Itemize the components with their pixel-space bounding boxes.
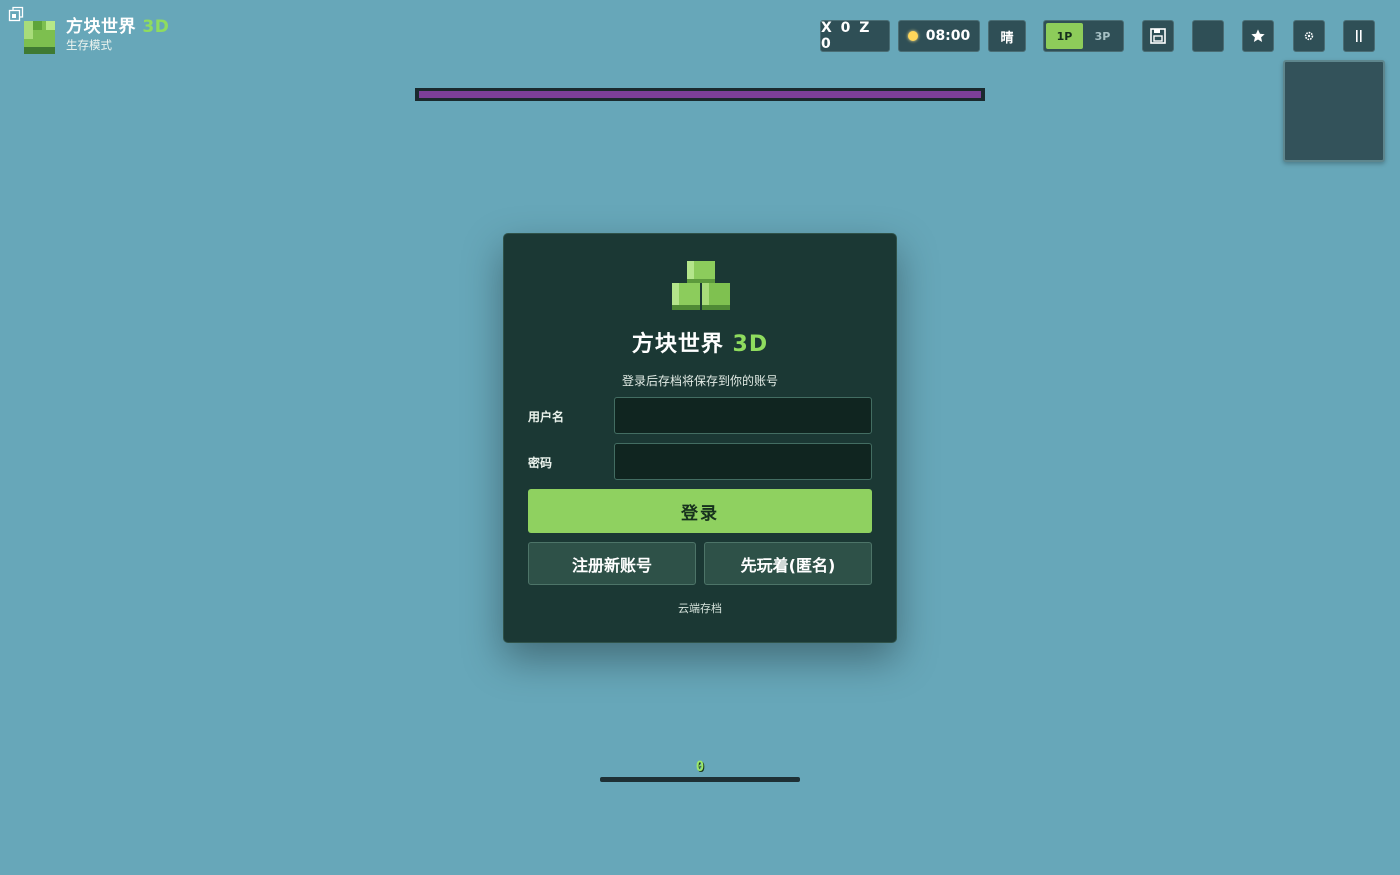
gear-icon: [1304, 31, 1314, 41]
progress-bar-fill: [419, 91, 981, 98]
blocks-logo-icon: [672, 261, 730, 310]
login-title-accent: 3D: [732, 332, 769, 357]
inventory-button[interactable]: [1192, 20, 1224, 52]
brand-title: 方块世界 3D: [66, 19, 169, 36]
register-button[interactable]: 注册新账号: [528, 542, 696, 585]
weather-button[interactable]: 晴: [988, 20, 1026, 52]
minimap[interactable]: [1283, 60, 1385, 162]
settings-button[interactable]: [1293, 20, 1325, 52]
time-value: 08:00: [925, 28, 971, 44]
login-title-main: 方块世界: [631, 332, 724, 357]
login-title: 方块世界 3D: [504, 326, 896, 358]
pause-button[interactable]: [1343, 20, 1375, 52]
game-mode-label: 生存模式: [66, 38, 112, 52]
game-screen: 方块世界 3D 生存模式 X 0 Z 0 08:00 晴 1P 3P 方块世界 …: [0, 0, 1400, 875]
window-restore-icon[interactable]: [8, 6, 24, 22]
progress-bar: [415, 88, 985, 101]
save-icon: [1150, 28, 1166, 44]
login-dialog: 方块世界 3D 登录后存档将保存到你的账号 用户名 密码 登录 注册新账号 先玩…: [503, 233, 897, 643]
login-button[interactable]: 登录: [528, 489, 872, 533]
username-label: 用户名: [528, 410, 565, 424]
brand-title-accent: 3D: [142, 17, 170, 37]
brand-title-main: 方块世界: [66, 17, 136, 37]
cloud-save-link[interactable]: 云端存档: [504, 600, 896, 616]
login-hint: 登录后存档将保存到你的账号: [621, 374, 778, 388]
time-display: 08:00: [898, 20, 980, 52]
xp-level: 0: [695, 759, 705, 775]
password-input[interactable]: [614, 443, 872, 480]
star-icon: [1251, 29, 1265, 42]
favorites-button[interactable]: [1242, 20, 1274, 52]
username-input[interactable]: [614, 397, 872, 434]
coordinates-display: X 0 Z 0: [820, 20, 890, 52]
password-label: 密码: [528, 456, 553, 470]
view-first-person-button[interactable]: 1P: [1046, 23, 1083, 49]
xp-bar: [600, 777, 800, 782]
grass-block-logo-icon: [24, 21, 55, 54]
brand: 方块世界 3D 生存模式: [24, 19, 169, 54]
guest-play-button[interactable]: 先玩着(匿名): [704, 542, 872, 585]
save-button[interactable]: [1142, 20, 1174, 52]
pause-icon: [1356, 30, 1362, 42]
view-toggle: 1P 3P: [1043, 20, 1124, 52]
sun-icon: [907, 31, 918, 41]
view-third-person-button[interactable]: 3P: [1084, 23, 1121, 49]
